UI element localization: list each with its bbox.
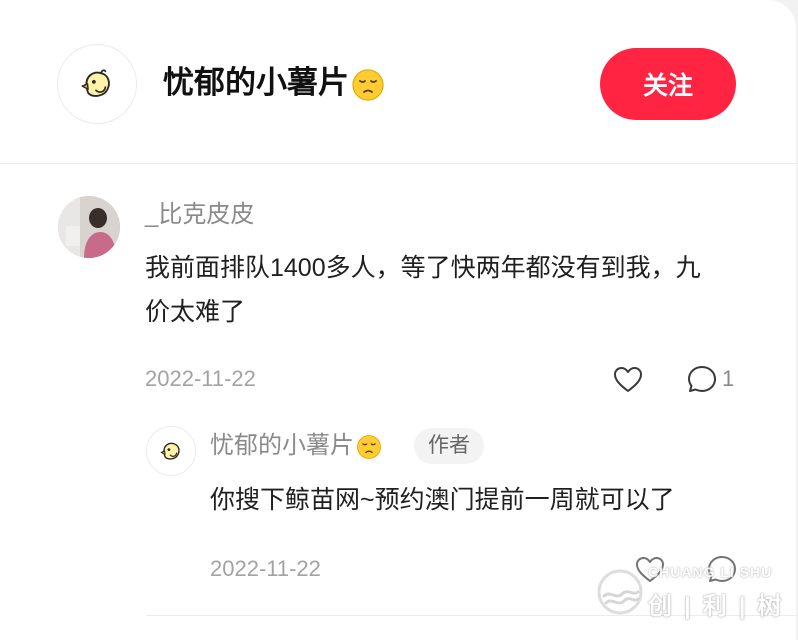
replier-username[interactable]: 忧郁的小薯片	[210, 428, 382, 464]
watermark-chinese: 创|利|树	[648, 593, 794, 620]
speech-bubble-icon[interactable]	[686, 364, 718, 394]
chick-icon	[81, 69, 110, 97]
watermark-english: CHUANG LI SHU	[648, 564, 773, 580]
post-comments-card: 忧郁的小薯片 关注 _比克皮皮 我前面排队1400多人，等了快两年都没有到我，九…	[0, 0, 796, 640]
reply-date: 2022-11-22	[210, 556, 321, 581]
chick-icon	[160, 442, 180, 460]
author-name[interactable]: 忧郁的小薯片	[163, 61, 385, 105]
author-avatar[interactable]	[57, 44, 137, 124]
reply-count: 1	[722, 366, 735, 391]
watermark-logo-icon	[597, 569, 643, 615]
follow-button[interactable]: 关注	[600, 48, 736, 120]
pensive-face-icon	[357, 434, 381, 459]
commenter-photo	[58, 196, 120, 258]
author-name-text: 忧郁的小薯片	[163, 65, 349, 100]
commenter-username[interactable]: _比克皮皮	[145, 198, 254, 232]
comment-text: 我前面排队1400多人，等了快两年都没有到我，九价太难了	[145, 254, 701, 326]
replier-username-text: 忧郁的小薯片	[210, 432, 354, 459]
author-badge: 作者	[414, 428, 484, 464]
replier-avatar[interactable]	[146, 426, 196, 476]
comment-date: 2022-11-22	[145, 366, 256, 391]
watermark: CHUANG LI SHU 创|利|树	[590, 560, 796, 624]
post-author-header: 忧郁的小薯片 关注	[0, 0, 796, 164]
heart-icon[interactable]	[612, 364, 644, 394]
pensive-face-icon	[352, 69, 384, 101]
reply-text: 你搜下鲸苗网~预约澳门提前一周就可以了	[210, 486, 675, 514]
commenter-avatar[interactable]	[58, 196, 120, 258]
